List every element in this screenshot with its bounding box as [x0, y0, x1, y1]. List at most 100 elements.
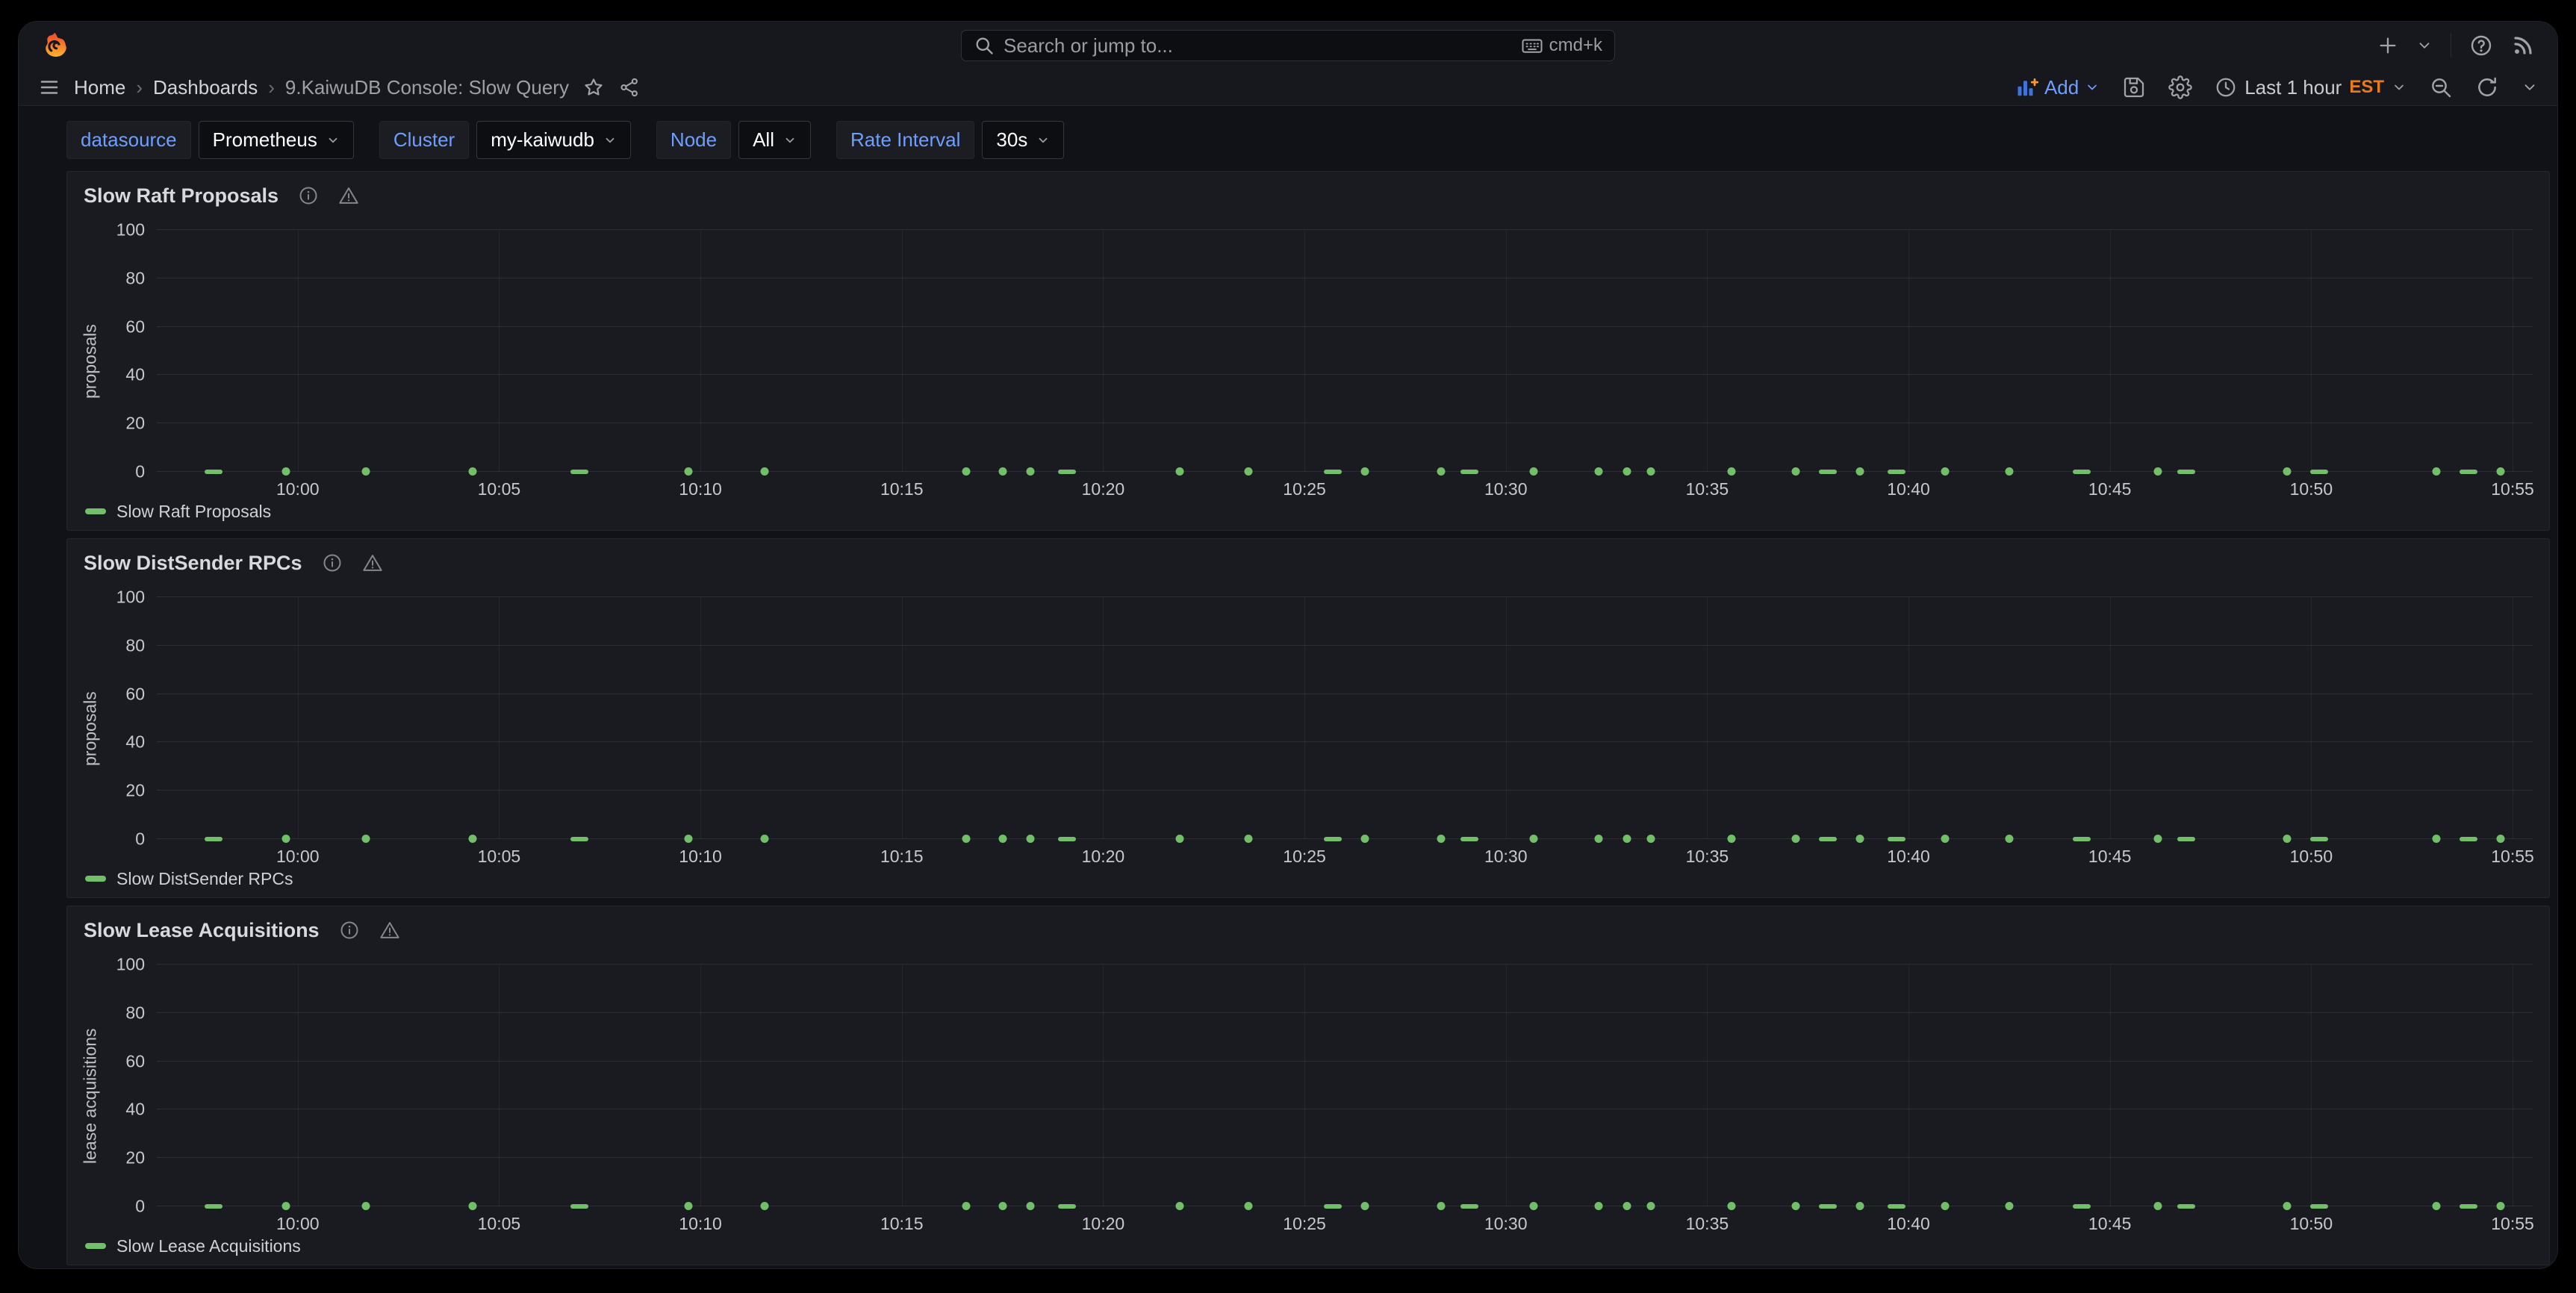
v-gridline	[1506, 965, 1507, 1206]
x-tick-label: 10:55	[2491, 1214, 2534, 1234]
refresh-icon[interactable]	[2475, 75, 2499, 99]
data-point-dot	[1792, 835, 1800, 843]
data-point-dot	[684, 1202, 692, 1210]
search-shortcut-label: cmd+k	[1549, 35, 1602, 56]
panel-slow-raft-proposals: Slow Raft Proposals proposals 0204060801…	[66, 171, 2550, 531]
warning-icon[interactable]	[338, 185, 359, 206]
data-point-dot	[281, 1202, 290, 1210]
save-dashboard-icon[interactable]	[2122, 75, 2146, 99]
x-tick-label: 10:55	[2491, 847, 2534, 867]
data-point-dash	[1460, 470, 1478, 474]
data-point-dash	[1058, 837, 1076, 841]
news-rss-icon[interactable]	[2511, 34, 2535, 57]
v-gridline	[298, 597, 299, 839]
x-axis-ticks: 10:0010:0510:1010:1510:2010:2510:3010:35…	[157, 841, 2533, 866]
legend-item[interactable]: Slow DistSender RPCs	[78, 866, 293, 891]
data-point-dash	[1058, 1204, 1076, 1209]
h-gridline	[157, 229, 2533, 230]
data-point-dash	[1324, 837, 1342, 841]
refresh-interval-chevron-icon[interactable]	[2521, 79, 2538, 96]
menu-hamburger-icon[interactable]	[38, 76, 60, 99]
v-gridline	[499, 965, 500, 1206]
filter-node-select[interactable]: All	[738, 121, 811, 159]
data-point-dash	[1324, 470, 1342, 474]
y-tick-label: 80	[125, 1004, 145, 1021]
x-tick-label: 10:10	[679, 1214, 722, 1234]
data-point-dot	[1856, 835, 1864, 843]
info-icon[interactable]	[322, 552, 343, 573]
data-point-dot	[1027, 1202, 1035, 1210]
data-point-dot	[469, 835, 477, 843]
x-tick-label: 10:15	[880, 847, 924, 867]
info-icon[interactable]	[339, 920, 360, 941]
panel-header: Slow Lease Acquisitions	[78, 912, 2539, 948]
h-gridline	[157, 1157, 2533, 1158]
v-gridline	[2110, 230, 2111, 472]
info-icon[interactable]	[298, 185, 319, 206]
h-gridline	[157, 645, 2533, 646]
data-point-dot	[1941, 467, 1949, 476]
settings-gear-icon[interactable]	[2168, 75, 2192, 99]
legend-item[interactable]: Slow Raft Proposals	[78, 499, 271, 524]
new-chevron-down-icon[interactable]	[2416, 37, 2433, 54]
data-point-dot	[1727, 467, 1735, 476]
timezone-label: EST	[2349, 77, 2384, 98]
plot-area[interactable]	[157, 230, 2533, 472]
help-icon[interactable]	[2469, 34, 2493, 57]
panel-title[interactable]: Slow DistSender RPCs	[84, 552, 302, 575]
data-point-dot	[2154, 1202, 2162, 1210]
filter-rate-interval-select[interactable]: 30s	[982, 121, 1064, 159]
data-point-dot	[684, 467, 692, 476]
breadcrumb-dashboards[interactable]: Dashboards	[153, 76, 258, 99]
add-panel-icon	[2016, 76, 2038, 99]
plot-area[interactable]	[157, 597, 2533, 839]
chevron-down-icon	[326, 134, 340, 147]
data-point-dash	[2310, 837, 2328, 841]
h-gridline	[157, 1061, 2533, 1062]
chevron-down-icon	[603, 134, 617, 147]
filter-cluster-select[interactable]: my-kaiwudb	[476, 121, 631, 159]
data-point-dot	[1437, 835, 1446, 843]
data-point-dot	[1727, 1202, 1735, 1210]
warning-icon[interactable]	[362, 552, 383, 573]
search-icon	[974, 35, 995, 56]
time-series-chart: lease acquisitions 020406080100 10:0010:…	[78, 948, 2539, 1259]
data-point-dash	[1058, 470, 1076, 474]
panel-title[interactable]: Slow Raft Proposals	[84, 184, 279, 208]
v-gridline	[1304, 965, 1305, 1206]
data-point-dash	[2460, 837, 2477, 841]
v-gridline	[1304, 230, 1305, 472]
plot-area[interactable]	[157, 965, 2533, 1206]
data-point-dash	[1324, 1204, 1342, 1209]
zoom-out-icon[interactable]	[2429, 75, 2453, 99]
search-input[interactable]: Search or jump to... cmd+k	[961, 30, 1615, 61]
star-icon[interactable]	[582, 76, 605, 99]
warning-icon[interactable]	[379, 920, 400, 941]
breadcrumb-home[interactable]: Home	[74, 76, 125, 99]
y-tick-label: 20	[125, 415, 145, 432]
data-point-dash	[2310, 470, 2328, 474]
add-panel-button[interactable]: Add	[2016, 76, 2100, 99]
add-button-label: Add	[2044, 76, 2079, 99]
data-point-dot	[1175, 467, 1183, 476]
grafana-logo[interactable]	[41, 31, 71, 60]
share-icon[interactable]	[618, 76, 641, 99]
top-header-bar: Search or jump to... cmd+k	[19, 22, 2557, 69]
filter-datasource-select[interactable]: Prometheus	[199, 121, 354, 159]
data-point-dash	[570, 470, 588, 474]
panel-title[interactable]: Slow Lease Acquisitions	[84, 919, 320, 942]
data-point-dash	[2460, 1204, 2477, 1209]
y-tick-label: 0	[135, 1198, 145, 1215]
data-point-dash	[570, 837, 588, 841]
new-plus-button[interactable]	[2377, 35, 2398, 56]
x-tick-label: 10:20	[1082, 479, 1125, 499]
data-point-dot	[1941, 835, 1949, 843]
x-tick-label: 10:45	[2088, 1214, 2132, 1234]
time-range-picker[interactable]: Last 1 hour EST	[2215, 76, 2407, 99]
x-tick-label: 10:20	[1082, 847, 1125, 867]
data-point-dot	[1437, 467, 1446, 476]
data-point-dash	[1819, 470, 1837, 474]
v-gridline	[700, 230, 701, 472]
legend-label: Slow Raft Proposals	[116, 502, 271, 522]
legend-item[interactable]: Slow Lease Acquisitions	[78, 1233, 301, 1259]
